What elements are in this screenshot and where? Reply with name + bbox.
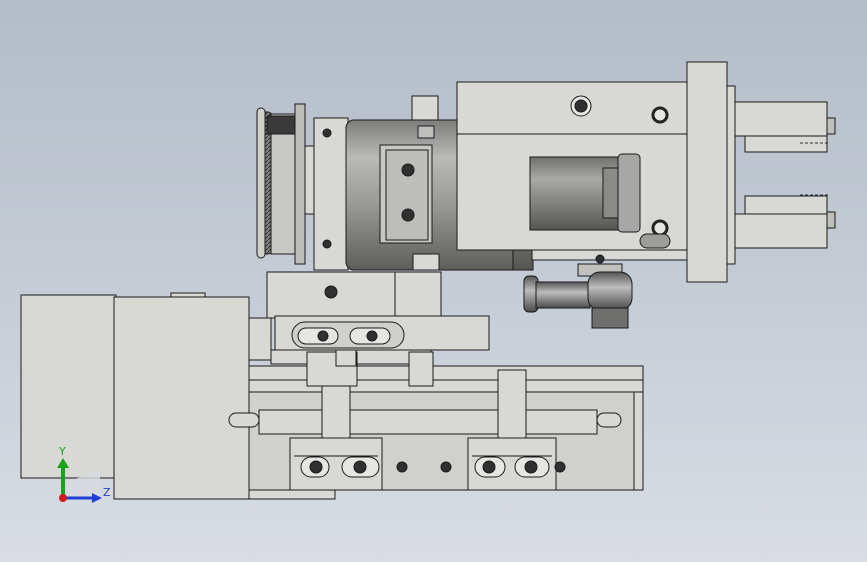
gripper	[686, 61, 836, 283]
cad-model-view[interactable]: Y Z	[0, 0, 867, 562]
motor-body	[20, 292, 272, 500]
pulley	[256, 103, 318, 265]
cad-viewport[interactable]: Y Z	[0, 0, 867, 562]
triad-y-label: Y	[58, 445, 66, 458]
air-fitting	[523, 254, 633, 329]
guide-block	[456, 81, 690, 261]
triad-z-label: Z	[103, 486, 111, 499]
